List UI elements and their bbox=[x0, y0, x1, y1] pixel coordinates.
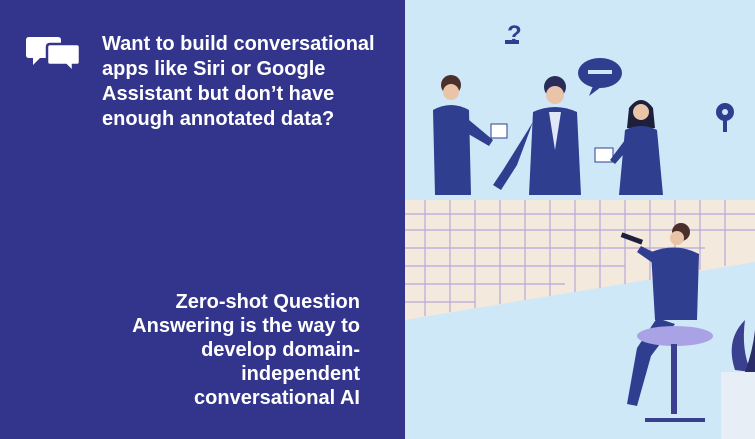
person-right-figure bbox=[594, 100, 663, 195]
headline: Want to build conversational apps like S… bbox=[102, 33, 375, 130]
plant-graphic bbox=[721, 320, 755, 439]
grid-table-graphic bbox=[405, 200, 755, 320]
chat-bubbles-icon bbox=[26, 37, 82, 74]
illustration-panel: ? bbox=[405, 0, 755, 439]
person-left-figure bbox=[433, 75, 508, 195]
business-team-illustration: ? bbox=[405, 21, 755, 439]
speech-bubble-icon bbox=[578, 58, 622, 96]
tagline: Zero-shot Question Answering is the way … bbox=[132, 291, 360, 409]
left-panel: Want to build conversational apps like S… bbox=[0, 0, 405, 439]
question-mark-icon: ? bbox=[505, 21, 522, 48]
key-icon bbox=[716, 103, 734, 132]
